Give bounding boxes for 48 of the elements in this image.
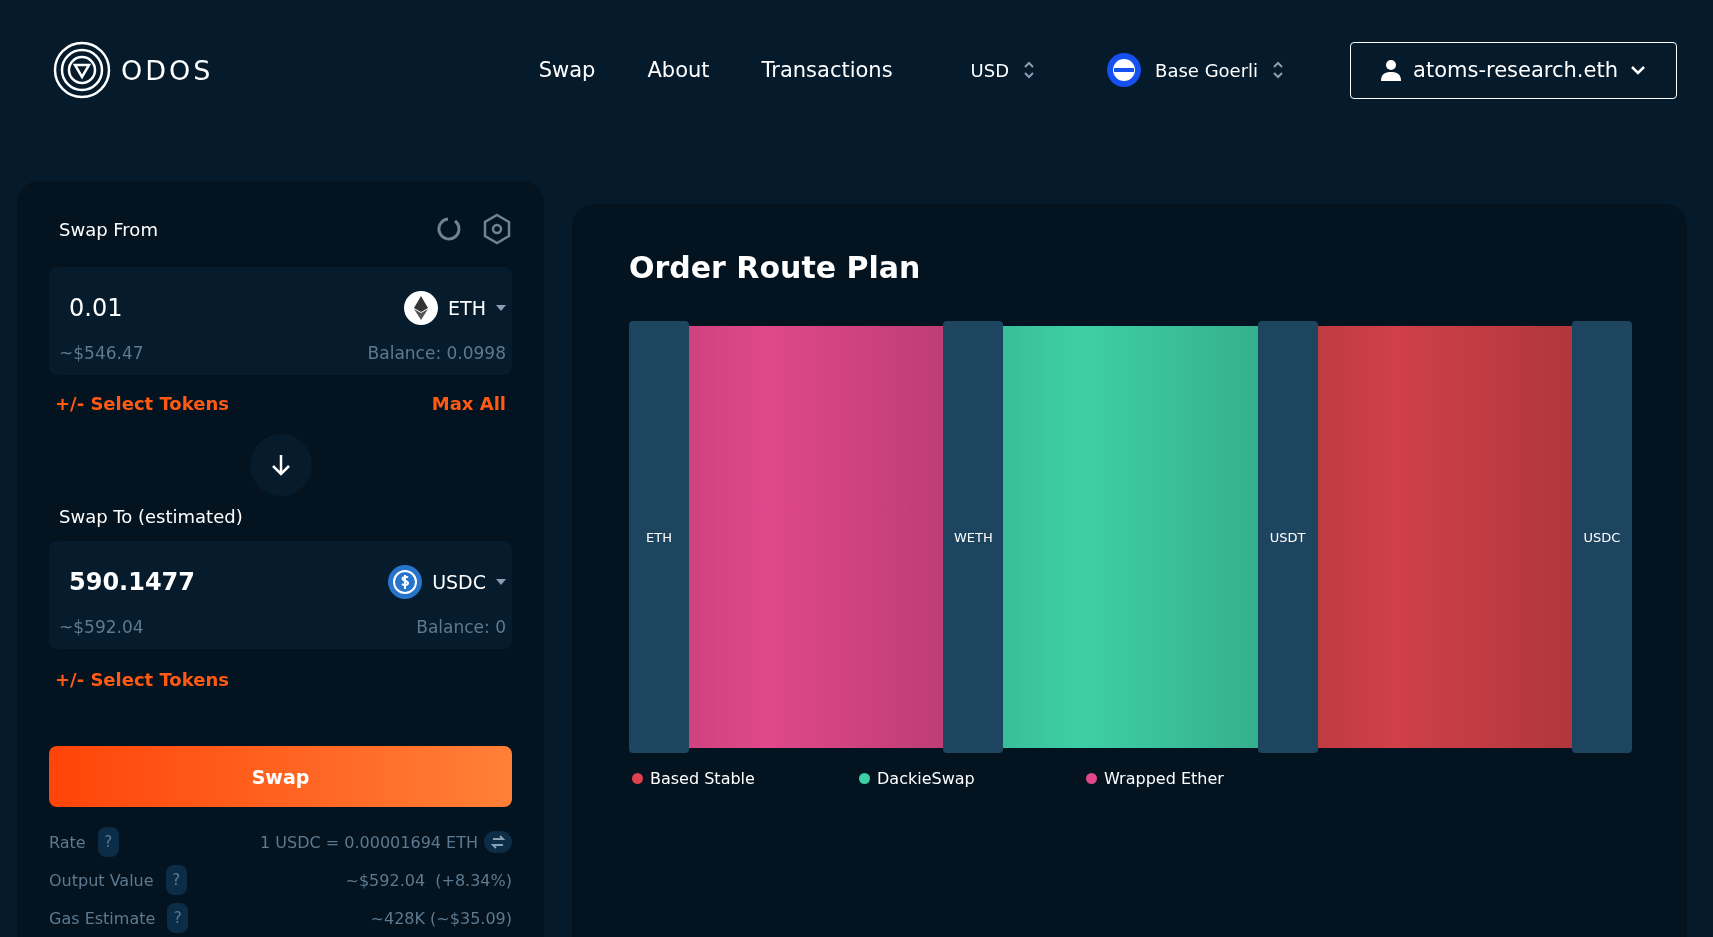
- usd-value: ~$592.04: [59, 617, 144, 637]
- swap-arrows-icon[interactable]: [484, 831, 512, 853]
- refresh-icon[interactable]: [434, 215, 462, 243]
- detail-label: Rate: [49, 832, 86, 852]
- route-node: USDT: [1257, 321, 1318, 753]
- dollar-coin-icon: [388, 565, 423, 599]
- caret-icon: [496, 579, 506, 585]
- section-title: Swap To (estimated): [58, 506, 243, 527]
- usd-value: ~$546.47: [59, 343, 144, 363]
- legend-label: Wrapped Ether: [1104, 769, 1224, 788]
- route-node: USDC: [1572, 321, 1632, 753]
- select-tokens-link[interactable]: +/- Select Tokens: [55, 669, 229, 690]
- amount-input[interactable]: 0.01: [69, 294, 269, 322]
- legend-label: Based Stable: [650, 769, 755, 788]
- logo-icon: [53, 41, 111, 99]
- max-all-link[interactable]: Max All: [431, 393, 506, 414]
- route-node: WETH: [943, 321, 1004, 753]
- detail-value: ~$592.04 (+8.34%): [345, 870, 512, 890]
- section-title: Swap From: [58, 218, 158, 240]
- detail-label: Gas Estimate: [49, 908, 156, 928]
- select-tokens-link[interactable]: +/- Select Tokens: [55, 393, 229, 414]
- ethereum-icon: [404, 291, 439, 325]
- nav-link[interactable]: About: [647, 58, 710, 82]
- nav-link[interactable]: Transactions: [761, 58, 893, 82]
- balance-text: Balance: 0.0998: [367, 343, 506, 363]
- settings-icon[interactable]: [482, 213, 512, 245]
- detail-label: Output Value: [49, 870, 154, 890]
- network-icon: [1107, 53, 1142, 87]
- chevron-down-icon: [1630, 65, 1646, 75]
- route-node: ETH: [629, 321, 689, 753]
- detail-value: 1 USDC = 0.00001694 ETH: [260, 832, 478, 852]
- detail-value: ~428K (~$35.09): [370, 908, 512, 928]
- panel-title: Order Route Plan: [629, 250, 922, 285]
- caret-icon: [496, 305, 506, 311]
- user-icon: [1381, 59, 1402, 81]
- up-down-chevron-icon: [1023, 60, 1036, 80]
- arrow-down-icon: [269, 453, 292, 477]
- account-button[interactable]: atoms-research.eth: [1350, 41, 1677, 99]
- nav-link[interactable]: Swap: [538, 58, 596, 82]
- legend-label: DackieSwap: [877, 769, 975, 788]
- network-selector[interactable]: Base Goerli: [1101, 52, 1291, 88]
- token-selector[interactable]: USDC: [388, 565, 506, 599]
- balance-text: Balance: 0: [416, 617, 506, 637]
- up-down-chevron-icon: [1272, 60, 1285, 80]
- currency-selector[interactable]: USD: [964, 58, 1042, 82]
- logo-text: ODOS: [121, 54, 214, 86]
- token-selector[interactable]: ETH: [404, 291, 506, 325]
- amount-input[interactable]: 590.1477: [69, 568, 269, 596]
